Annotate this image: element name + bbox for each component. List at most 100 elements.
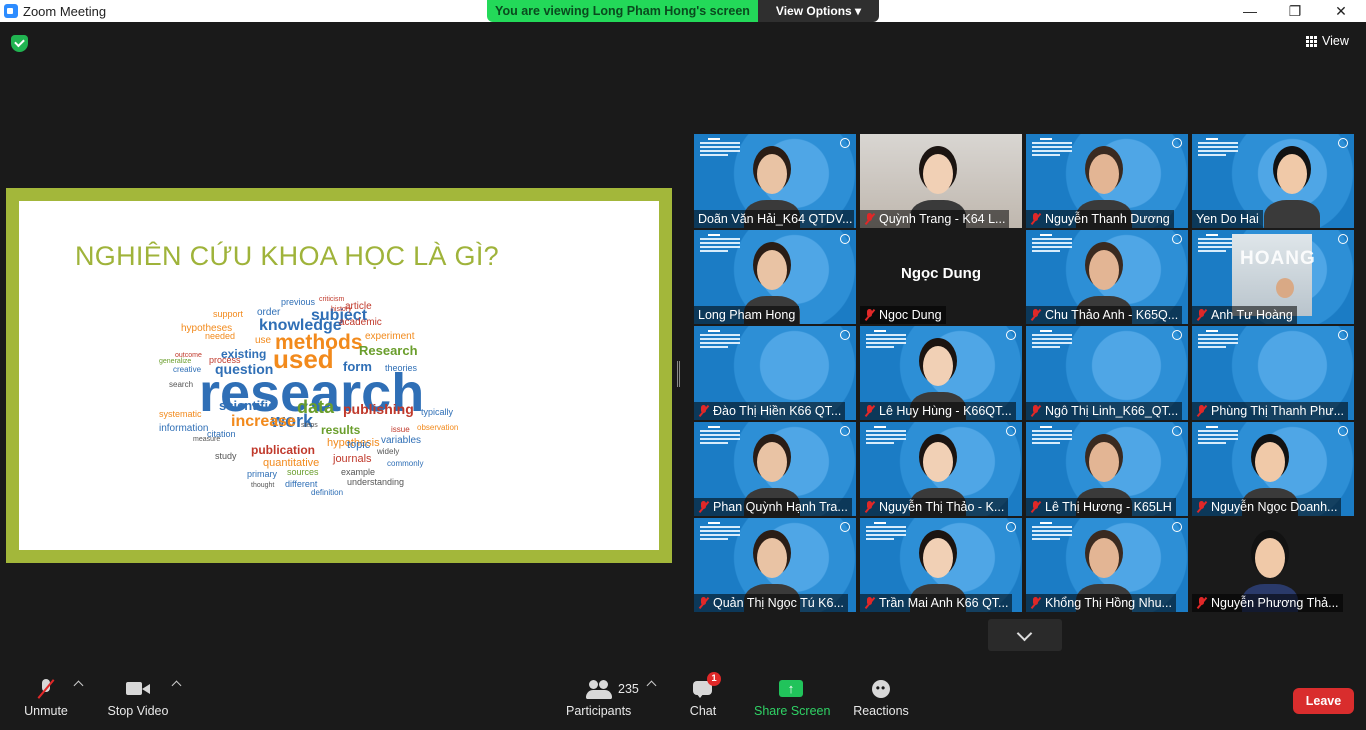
muted-mic-icon bbox=[698, 405, 710, 417]
word-cloud-word: thought bbox=[251, 482, 275, 489]
muted-mic-icon bbox=[864, 213, 876, 225]
muted-mic-icon bbox=[1196, 309, 1208, 321]
participant-tile[interactable]: Quản Thị Ngọc Tú K6... bbox=[694, 518, 856, 612]
muted-mic-icon bbox=[864, 309, 876, 321]
participant-tile[interactable]: Quỳnh Trang - K64 L... bbox=[860, 134, 1022, 228]
chat-label: Chat bbox=[689, 704, 717, 718]
word-cloud-word: scientific bbox=[219, 398, 276, 413]
participant-tile[interactable]: Phùng Thị Thanh Phư... bbox=[1192, 326, 1354, 420]
university-logo-icon bbox=[1338, 330, 1348, 340]
word-cloud-word: experiment bbox=[365, 331, 415, 342]
participant-tile[interactable]: Phan Quỳnh Hạnh Tra... bbox=[694, 422, 856, 516]
participant-tile[interactable]: Nguyễn Thị Thảo - K... bbox=[860, 422, 1022, 516]
muted-mic-icon bbox=[1196, 597, 1208, 609]
participant-name-bar: Khổng Thị Hồng Nhu... bbox=[1026, 594, 1176, 612]
word-cloud-word: publication bbox=[251, 443, 315, 457]
participants-icon: 235 bbox=[586, 678, 639, 700]
video-options-caret[interactable] bbox=[171, 680, 182, 691]
reactions-button[interactable]: Reactions bbox=[852, 678, 910, 718]
participant-face bbox=[757, 154, 787, 194]
view-options-button[interactable]: View Options ▾ bbox=[758, 0, 879, 22]
participant-tile[interactable]: Trần Mai Anh K66 QT... bbox=[860, 518, 1022, 612]
university-logo-icon bbox=[840, 234, 850, 244]
word-cloud-word: steps bbox=[301, 422, 318, 429]
participant-tile[interactable]: Ngô Thị Linh_K66_QT... bbox=[1026, 326, 1188, 420]
participant-tile[interactable]: Nguyễn Ngọc Doanh... bbox=[1192, 422, 1354, 516]
participant-tile[interactable]: Ngọc Dung Ngoc Dung bbox=[860, 230, 1022, 324]
participant-tile[interactable]: Yen Do Hai bbox=[1192, 134, 1354, 228]
word-cloud-word: sources bbox=[287, 467, 319, 477]
panel-splitter-handle[interactable] bbox=[677, 361, 680, 387]
smiley-reaction-icon bbox=[870, 678, 892, 700]
minimize-button[interactable]: — bbox=[1240, 2, 1260, 20]
participant-face bbox=[923, 154, 953, 194]
muted-mic-icon bbox=[1030, 405, 1042, 417]
participant-name: Phùng Thị Thanh Phư... bbox=[1211, 404, 1344, 418]
participant-name: Nguyễn Thị Thảo - K... bbox=[879, 500, 1005, 514]
participant-tile[interactable]: Chu Thảo Anh - K65Q... bbox=[1026, 230, 1188, 324]
muted-mic-icon bbox=[1030, 501, 1042, 513]
participant-name-bar: Nguyễn Ngọc Doanh... bbox=[1192, 498, 1342, 516]
word-cloud-word: topic bbox=[347, 439, 371, 451]
view-layout-button[interactable]: View bbox=[1306, 34, 1349, 48]
participants-button[interactable]: 235 Participants bbox=[566, 678, 639, 718]
event-poster-graphic bbox=[1198, 330, 1238, 362]
maximize-button[interactable]: ❐ bbox=[1285, 2, 1305, 20]
stop-video-button[interactable]: Stop Video bbox=[106, 678, 170, 718]
event-poster-graphic bbox=[1032, 426, 1072, 458]
shared-screen: NGHIÊN CỨU KHOA HỌC LÀ GÌ? research used m… bbox=[6, 188, 672, 563]
participant-name-bar: Nguyễn Thanh Dương bbox=[1026, 210, 1174, 228]
participants-options-caret[interactable] bbox=[646, 680, 657, 691]
participant-name-bar: Doãn Văn Hải_K64 QTDV... bbox=[694, 210, 854, 228]
university-logo-icon bbox=[1338, 234, 1348, 244]
participant-tile[interactable]: Lê Huy Hùng - K66QT... bbox=[860, 326, 1022, 420]
participant-tile[interactable]: Đào Thị Hiền K66 QT... bbox=[694, 326, 856, 420]
participant-name: Phan Quỳnh Hạnh Tra... bbox=[713, 500, 848, 514]
encryption-shield-icon[interactable] bbox=[11, 35, 28, 52]
muted-mic-icon bbox=[1196, 501, 1208, 513]
share-screen-button[interactable]: Share Screen bbox=[754, 678, 831, 718]
gallery-next-page-button[interactable] bbox=[988, 619, 1062, 651]
word-cloud-word: publishing bbox=[343, 401, 414, 417]
word-cloud-word: systematic bbox=[159, 409, 202, 419]
close-button[interactable]: ✕ bbox=[1331, 2, 1351, 20]
chat-button[interactable]: 1 Chat bbox=[684, 672, 722, 718]
participant-tile[interactable]: HOANG Anh Tư Hoàng bbox=[1192, 230, 1354, 324]
university-logo-icon bbox=[1172, 522, 1182, 532]
participant-tile[interactable]: Khổng Thị Hồng Nhu... bbox=[1026, 518, 1188, 612]
word-cloud-word: example bbox=[341, 467, 376, 477]
word-cloud-word: Research bbox=[359, 343, 418, 358]
participant-name: Quỳnh Trang - K64 L... bbox=[879, 212, 1006, 226]
participant-tile[interactable]: Lê Thị Hương - K65LH bbox=[1026, 422, 1188, 516]
participant-name: Quản Thị Ngọc Tú K6... bbox=[713, 596, 844, 610]
university-logo-icon bbox=[1172, 234, 1182, 244]
participant-name-bar: Ngoc Dung bbox=[860, 306, 946, 324]
participants-count: 235 bbox=[618, 682, 639, 696]
share-screen-label: Share Screen bbox=[754, 704, 831, 718]
chat-unread-badge: 1 bbox=[707, 672, 721, 686]
leave-meeting-button[interactable]: Leave bbox=[1293, 688, 1354, 714]
participants-label: Participants bbox=[566, 704, 632, 718]
unmute-label: Unmute bbox=[24, 704, 68, 718]
word-cloud-word: journals bbox=[333, 453, 372, 465]
participant-tile[interactable]: Nguyễn Thanh Dương bbox=[1026, 134, 1188, 228]
word-cloud-word: widely bbox=[377, 447, 400, 456]
participant-name-bar: Lê Huy Hùng - K66QT... bbox=[860, 402, 1016, 420]
audio-options-caret[interactable] bbox=[73, 680, 84, 691]
word-cloud-word: typically bbox=[421, 407, 454, 417]
participant-name: Yen Do Hai bbox=[1196, 212, 1259, 226]
word-cloud-word: definition bbox=[311, 488, 344, 497]
participant-tile[interactable]: Nguyễn Phương Thả... bbox=[1192, 518, 1354, 612]
university-logo-icon bbox=[1006, 426, 1016, 436]
participant-face bbox=[757, 538, 787, 578]
participant-tile[interactable]: Doãn Văn Hải_K64 QTDV... bbox=[694, 134, 856, 228]
word-cloud-word: order bbox=[257, 307, 281, 318]
unmute-button[interactable]: Unmute bbox=[22, 678, 70, 718]
participant-name-bar: Quản Thị Ngọc Tú K6... bbox=[694, 594, 848, 612]
participant-tile[interactable]: Long Pham Hong bbox=[694, 230, 856, 324]
event-poster-graphic bbox=[866, 426, 906, 458]
participant-name: Đào Thị Hiền K66 QT... bbox=[713, 404, 842, 418]
word-cloud-word: previous bbox=[281, 297, 316, 307]
event-poster-graphic bbox=[700, 138, 740, 170]
video-camera-icon bbox=[125, 678, 151, 700]
